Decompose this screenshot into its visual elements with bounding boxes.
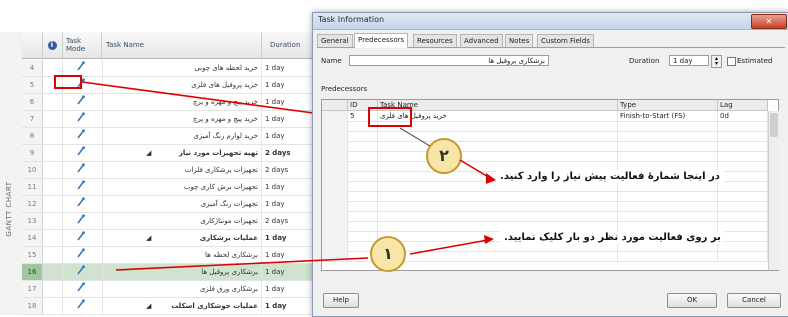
task-name-cell[interactable] xyxy=(378,211,618,221)
dialog-title-bar[interactable]: Task Information ✕ xyxy=(313,13,788,30)
task-name-cell[interactable] xyxy=(378,131,618,141)
lag-cell[interactable] xyxy=(718,251,768,261)
row-selector[interactable] xyxy=(322,111,348,121)
name-field[interactable]: برشکاری پروفیل ها xyxy=(349,55,549,66)
lag-cell[interactable]: 0d xyxy=(718,111,768,121)
predecessors-label: Predecessors xyxy=(321,85,368,93)
row-selector[interactable] xyxy=(322,221,348,231)
step-1-instruction: بر روی فعالیت مورد نظر دو بار کلیک نمایی… xyxy=(500,231,725,244)
lag-column-header[interactable]: Lag xyxy=(718,100,768,111)
scrollbar-thumb[interactable] xyxy=(770,113,778,137)
lag-cell[interactable] xyxy=(718,181,768,191)
lag-cell[interactable] xyxy=(718,231,768,241)
lag-cell[interactable] xyxy=(718,151,768,161)
close-button[interactable]: ✕ xyxy=(751,14,787,29)
task-name-cell[interactable] xyxy=(378,141,618,151)
step-1-circle: ۱ xyxy=(370,236,406,272)
row-selector[interactable] xyxy=(322,141,348,151)
row-selector[interactable] xyxy=(322,151,348,161)
tab-custom-fields[interactable]: Custom Fields xyxy=(537,34,594,47)
type-cell[interactable] xyxy=(618,191,718,201)
type-cell[interactable] xyxy=(618,201,718,211)
type-column-header[interactable]: Type xyxy=(618,100,718,111)
estimated-checkbox[interactable] xyxy=(727,57,736,66)
tab-advanced[interactable]: Advanced xyxy=(460,34,503,47)
row-selector[interactable] xyxy=(322,251,348,261)
ok-button[interactable]: OK xyxy=(667,293,717,308)
type-cell[interactable] xyxy=(618,141,718,151)
lag-cell[interactable] xyxy=(718,221,768,231)
id-cell[interactable] xyxy=(348,201,378,211)
lag-cell[interactable] xyxy=(718,201,768,211)
id-cell[interactable] xyxy=(348,151,378,161)
lag-cell[interactable] xyxy=(718,121,768,131)
duration-field[interactable]: 1 day xyxy=(669,55,709,66)
row-selector[interactable] xyxy=(322,211,348,221)
lag-cell[interactable] xyxy=(718,191,768,201)
lag-cell[interactable] xyxy=(718,141,768,151)
row-header-corner xyxy=(322,100,348,111)
type-cell[interactable] xyxy=(618,251,718,261)
tab-resources[interactable]: Resources xyxy=(413,34,457,47)
name-label: Name xyxy=(321,57,342,65)
task-name-cell[interactable] xyxy=(378,151,618,161)
type-cell[interactable] xyxy=(618,211,718,221)
id-cell[interactable] xyxy=(348,221,378,231)
task-name-cell[interactable]: خرید پروفیل های فلزی xyxy=(378,111,618,121)
id-cell[interactable] xyxy=(348,141,378,151)
task-name-cell[interactable] xyxy=(378,121,618,131)
table-scrollbar[interactable] xyxy=(768,111,779,270)
tab-bar: General Predecessors Resources Advanced … xyxy=(317,33,785,48)
estimated-label: Estimated xyxy=(737,57,773,65)
task-name-cell[interactable] xyxy=(378,251,618,261)
row-selector[interactable] xyxy=(322,201,348,211)
type-cell[interactable] xyxy=(618,121,718,131)
id-cell[interactable] xyxy=(348,161,378,171)
close-icon: ✕ xyxy=(765,17,773,26)
duration-spinner[interactable]: ▴ ▾ xyxy=(711,55,722,68)
tab-predecessors[interactable]: Predecessors xyxy=(354,33,409,48)
id-cell[interactable] xyxy=(348,191,378,201)
task-name-column-header[interactable]: Task Name xyxy=(378,100,618,111)
row-selector[interactable] xyxy=(322,161,348,171)
id-cell[interactable] xyxy=(348,131,378,141)
row-selector[interactable] xyxy=(322,171,348,181)
help-button[interactable]: Help xyxy=(323,293,359,308)
highlight-box-id-cell xyxy=(368,107,412,127)
dialog-title: Task Information xyxy=(318,15,385,24)
lag-cell[interactable] xyxy=(718,211,768,221)
row-selector[interactable] xyxy=(322,181,348,191)
id-cell[interactable] xyxy=(348,231,378,241)
lag-cell[interactable] xyxy=(718,171,768,181)
tab-general[interactable]: General xyxy=(317,34,353,47)
row-selector[interactable] xyxy=(322,191,348,201)
id-cell[interactable] xyxy=(348,171,378,181)
type-cell[interactable] xyxy=(618,151,718,161)
type-cell[interactable] xyxy=(618,221,718,231)
row-selector[interactable] xyxy=(322,131,348,141)
type-cell[interactable] xyxy=(618,131,718,141)
duration-label: Duration xyxy=(629,57,660,65)
step-2-instruction: در اینجا شمارهٔ فعالیت پیش نیاز را وارد … xyxy=(496,170,724,183)
cancel-button[interactable]: Cancel xyxy=(727,293,781,308)
row-selector[interactable] xyxy=(322,231,348,241)
tab-notes[interactable]: Notes xyxy=(505,34,534,47)
id-cell[interactable] xyxy=(348,181,378,191)
step-2-circle: ۲ xyxy=(426,138,462,174)
lag-cell[interactable] xyxy=(718,161,768,171)
lag-cell[interactable] xyxy=(718,241,768,251)
task-name-cell[interactable] xyxy=(378,201,618,211)
task-name-cell[interactable] xyxy=(378,191,618,201)
id-cell[interactable] xyxy=(348,211,378,221)
row-selector[interactable] xyxy=(322,241,348,251)
row-selector[interactable] xyxy=(322,121,348,131)
type-cell[interactable]: Finish-to-Start (FS) xyxy=(618,111,718,121)
task-name-cell[interactable] xyxy=(378,221,618,231)
lag-cell[interactable] xyxy=(718,131,768,141)
